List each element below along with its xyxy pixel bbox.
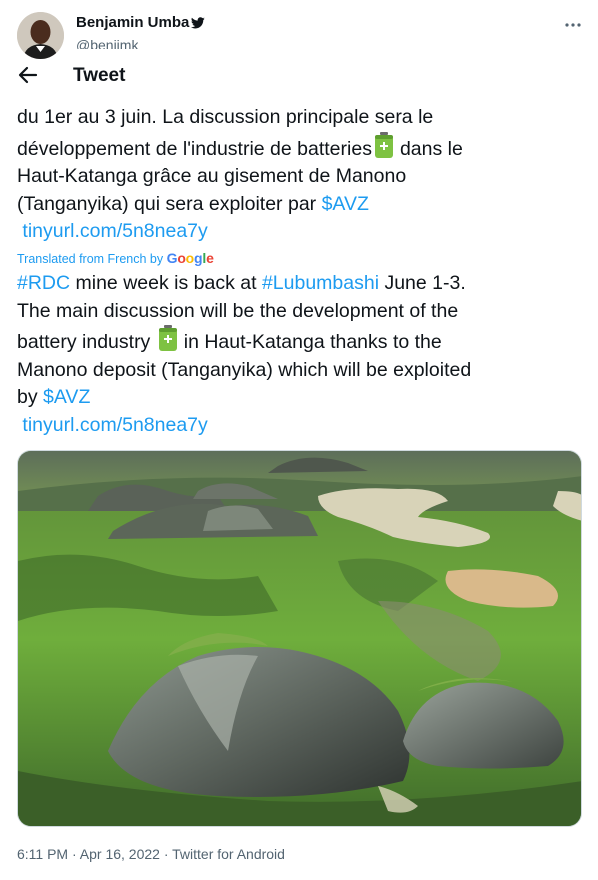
original-line-text: dans le — [399, 137, 463, 160]
tweet-photo[interactable] — [17, 450, 582, 827]
original-line: Haut-Katanga grâce au gisement de Manono — [17, 165, 407, 187]
translated-line: The main discussion will be the developm… — [17, 299, 459, 322]
original-line-text: développement de l'industrie de batterie… — [17, 137, 372, 160]
translated-line-text: by — [17, 386, 38, 408]
aerial-mine-photo-icon — [18, 451, 581, 826]
original-line-text: (Tanganyika) qui sera exploiter par — [17, 192, 317, 215]
translated-line: #RDC mine week is back at #Lubumbashi Ju… — [17, 270, 582, 298]
translated-label: Translated from French by Google — [17, 250, 214, 266]
battery-emoji-icon — [374, 131, 393, 158]
avatar[interactable] — [17, 12, 64, 59]
original-line: développement de l'industrie de batterie… — [17, 131, 582, 164]
author-name[interactable]: Benjamin Umba — [76, 14, 206, 31]
author-name-text[interactable]: Benjamin Umba — [76, 14, 189, 31]
tweet-meta[interactable]: 6:11 PM · Apr 16, 2022 · Twitter for And… — [17, 846, 285, 862]
more-options-icon[interactable] — [562, 14, 584, 36]
translated-url-link[interactable]: tinyurl.com/5n8nea7y — [22, 414, 207, 436]
translated-line-text: in Haut-Katanga thanks to the — [183, 331, 442, 353]
original-line: (Tanganyika) qui sera exploiter par $AVZ — [17, 191, 582, 219]
hashtag-lubumbashi-link[interactable]: #Lubumbashi — [262, 272, 379, 294]
translated-link-row: tinyurl.com/5n8nea7y — [17, 412, 582, 440]
author-handle[interactable]: @benjimk — [76, 37, 138, 49]
translated-label-text: Translated from French by — [17, 252, 164, 266]
translated-line: Manono deposit (Tanganyika) which will b… — [17, 358, 472, 381]
battery-emoji-icon — [158, 325, 177, 351]
translated-line: by $AVZ — [17, 384, 582, 412]
translated-line-text: June 1-3. — [384, 272, 466, 294]
cashtag-link[interactable]: $AVZ — [322, 193, 369, 215]
hashtag-rdc-link[interactable]: #RDC — [17, 272, 70, 294]
page-title: Tweet — [73, 65, 126, 86]
twitter-bird-icon — [191, 17, 206, 29]
back-arrow-icon[interactable] — [18, 66, 38, 84]
translated-line: battery industry in Haut-Katanga thanks … — [17, 325, 582, 357]
original-link-row: tinyurl.com/5n8nea7y — [17, 218, 582, 246]
google-logo: Google — [166, 250, 214, 266]
translated-line-text: mine week is back at — [75, 272, 257, 294]
translated-line-text: battery industry — [17, 331, 151, 353]
cashtag-link[interactable]: $AVZ — [43, 386, 90, 408]
original-text: du 1er au 3 juin. La discussion principa… — [17, 104, 582, 246]
original-line: du 1er au 3 juin. La discussion principa… — [17, 106, 434, 128]
original-url-link[interactable]: tinyurl.com/5n8nea7y — [22, 220, 207, 242]
translated-text: #RDC mine week is back at #Lubumbashi Ju… — [17, 270, 582, 439]
